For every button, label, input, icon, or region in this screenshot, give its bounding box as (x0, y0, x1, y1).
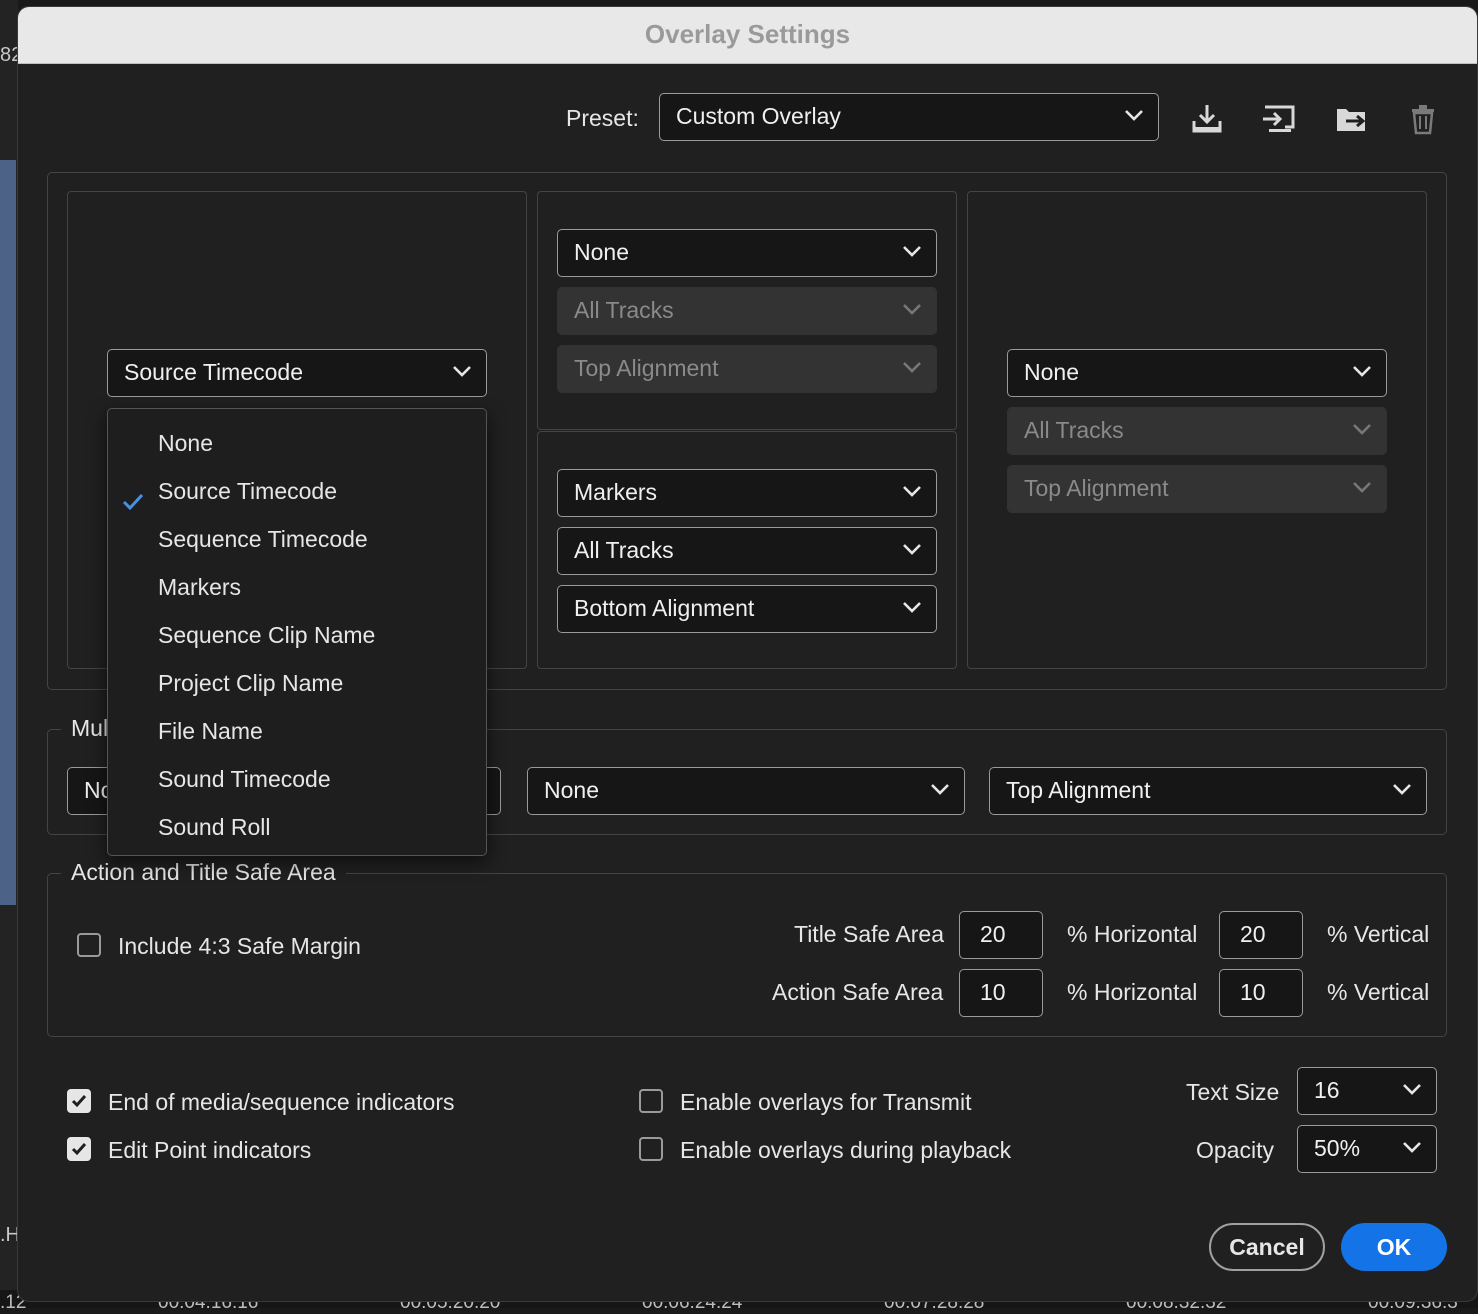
chevron-down-icon (1352, 480, 1372, 494)
multicam-center-select[interactable]: None (527, 767, 965, 815)
save-preset-icon[interactable] (1189, 101, 1225, 137)
menu-item-label: Project Clip Name (158, 670, 344, 696)
bottom-center-overlay-value: Markers (574, 479, 658, 505)
top-center-tracks-value: All Tracks (574, 297, 674, 323)
title-safe-vertical-input[interactable]: 20 (1219, 911, 1303, 959)
background-video-preview (0, 160, 16, 905)
overlay-settings-dialog: Overlay Settings Preset: Custom Overlay … (17, 6, 1478, 1302)
right-tracks-select: All Tracks (1007, 407, 1387, 455)
edit-point-indicators-checkbox[interactable] (67, 1137, 91, 1161)
menu-item-sound-timecode[interactable]: Sound Timecode (108, 755, 486, 803)
action-safe-horizontal-input[interactable]: 10 (959, 969, 1043, 1017)
chevron-down-icon (1402, 1140, 1422, 1154)
include-safe-margin-checkbox[interactable] (77, 933, 101, 957)
menu-item-source-timecode[interactable]: Source Timecode (108, 467, 486, 515)
menu-item-label: Sound Roll (158, 814, 271, 840)
right-tracks-value: All Tracks (1024, 417, 1124, 443)
opacity-value: 50% (1314, 1135, 1361, 1161)
right-alignment-select: Top Alignment (1007, 465, 1387, 513)
menu-item-label: Sequence Clip Name (158, 622, 376, 648)
chevron-down-icon (452, 364, 472, 378)
enable-playback-overlays-checkbox[interactable] (639, 1137, 663, 1161)
opacity-label: Opacity (1196, 1137, 1274, 1163)
chevron-down-icon (902, 302, 922, 316)
chevron-down-icon (1392, 782, 1412, 796)
trash-icon[interactable] (1405, 101, 1441, 137)
chevron-down-icon (1402, 1082, 1422, 1096)
menu-item-sequence-timecode[interactable]: Sequence Timecode (108, 515, 486, 563)
bottom-center-overlay-select[interactable]: Markers (557, 469, 937, 517)
preset-label: Preset: (566, 105, 639, 131)
end-media-indicators-checkbox[interactable] (67, 1089, 91, 1113)
import-preset-icon[interactable] (1261, 101, 1297, 137)
menu-item-none[interactable]: None (108, 419, 486, 467)
cancel-button[interactable]: Cancel (1209, 1223, 1325, 1271)
menu-item-label: Sound Timecode (158, 766, 331, 792)
chevron-down-icon (902, 542, 922, 556)
menu-item-label: File Name (158, 718, 263, 744)
overlay-type-dropdown-menu: None Source Timecode Sequence Timecode M… (107, 408, 487, 856)
chevron-down-icon (1352, 364, 1372, 378)
chevron-down-icon (902, 484, 922, 498)
safe-area-legend: Action and Title Safe Area (61, 859, 346, 886)
action-horizontal-unit: % Horizontal (1067, 979, 1198, 1005)
top-center-tracks-select: All Tracks (557, 287, 937, 335)
end-media-indicators-label: End of media/sequence indicators (108, 1089, 455, 1115)
title-horizontal-unit: % Horizontal (1067, 921, 1198, 947)
preset-select[interactable]: Custom Overlay (659, 93, 1159, 141)
enable-transmit-checkbox[interactable] (639, 1089, 663, 1113)
chevron-down-icon (1124, 108, 1144, 122)
text-size-value: 16 (1314, 1077, 1340, 1103)
action-safe-vertical-input[interactable]: 10 (1219, 969, 1303, 1017)
multicam-alignment-select[interactable]: Top Alignment (989, 767, 1427, 815)
top-center-alignment-select: Top Alignment (557, 345, 937, 393)
title-safe-area-label: Title Safe Area (794, 921, 945, 947)
title-vertical-unit: % Vertical (1327, 921, 1430, 947)
action-vertical-unit: % Vertical (1327, 979, 1430, 1005)
preset-select-value: Custom Overlay (676, 103, 841, 129)
left-overlay-value: Source Timecode (124, 359, 303, 385)
right-overlay-select[interactable]: None (1007, 349, 1387, 397)
menu-item-label: Markers (158, 574, 242, 600)
edit-point-indicators-label: Edit Point indicators (108, 1137, 312, 1163)
enable-transmit-label: Enable overlays for Transmit (680, 1089, 972, 1115)
menu-item-label: None (158, 430, 213, 456)
top-center-alignment-value: Top Alignment (574, 355, 719, 381)
bottom-center-tracks-select[interactable]: All Tracks (557, 527, 937, 575)
chevron-down-icon (1352, 422, 1372, 436)
ok-button[interactable]: OK (1341, 1223, 1447, 1271)
export-preset-icon[interactable] (1334, 101, 1370, 137)
left-overlay-select[interactable]: Source Timecode (107, 349, 487, 397)
menu-item-sound-roll[interactable]: Sound Roll (108, 803, 486, 851)
top-center-overlay-value: None (574, 239, 629, 265)
top-center-overlay-select[interactable]: None (557, 229, 937, 277)
menu-item-label: Sequence Timecode (158, 526, 368, 552)
action-safe-area-label: Action Safe Area (772, 979, 944, 1005)
chevron-down-icon (902, 244, 922, 258)
multicam-center-value: None (544, 777, 599, 803)
text-size-label: Text Size (1186, 1079, 1280, 1105)
title-safe-horizontal-input[interactable]: 20 (959, 911, 1043, 959)
bottom-center-alignment-select[interactable]: Bottom Alignment (557, 585, 937, 633)
bottom-center-alignment-value: Bottom Alignment (574, 595, 755, 621)
right-alignment-value: Top Alignment (1024, 475, 1169, 501)
menu-item-label: Source Timecode (158, 478, 337, 504)
right-overlay-value: None (1024, 359, 1079, 385)
chevron-down-icon (902, 600, 922, 614)
dialog-title: Overlay Settings (18, 7, 1477, 64)
multicam-alignment-value: Top Alignment (1006, 777, 1151, 803)
bottom-center-tracks-value: All Tracks (574, 537, 674, 563)
menu-item-project-clip-name[interactable]: Project Clip Name (108, 659, 486, 707)
text-size-select[interactable]: 16 (1297, 1067, 1437, 1115)
menu-item-file-name[interactable]: File Name (108, 707, 486, 755)
chevron-down-icon (930, 782, 950, 796)
include-safe-margin-label: Include 4:3 Safe Margin (118, 933, 361, 959)
enable-playback-overlays-label: Enable overlays during playback (680, 1137, 1012, 1163)
menu-item-markers[interactable]: Markers (108, 563, 486, 611)
menu-item-sequence-clip-name[interactable]: Sequence Clip Name (108, 611, 486, 659)
chevron-down-icon (902, 360, 922, 374)
opacity-select[interactable]: 50% (1297, 1125, 1437, 1173)
